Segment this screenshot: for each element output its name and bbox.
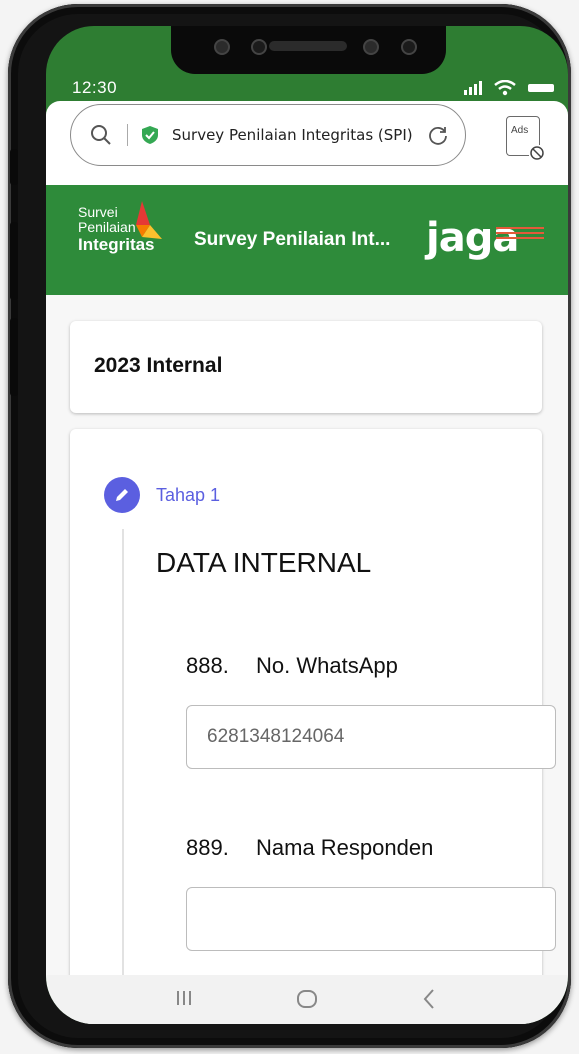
question-text: No. WhatsApp [256,653,398,678]
url-text[interactable]: Survey Penilaian Integritas (SPI) [172,126,413,144]
question-number: 889. [186,835,229,860]
ads-block-button[interactable]: Ads [506,116,545,161]
question-label: 889. Nama Responden [186,835,433,861]
app-header: Survei Penilaian Integritas Survey Penil… [46,185,568,295]
ads-block-icon [529,145,545,161]
back-icon[interactable] [422,988,436,1010]
signal-icon [464,81,482,95]
notch [171,26,446,74]
step-indicator [104,477,140,513]
browser-toolbar: Survey Penilaian Integritas (SPI) Ads [46,101,568,185]
section-title: DATA INTERNAL [156,547,372,578]
mute-button [10,149,18,185]
battery-icon [528,84,554,92]
sensor-2 [401,39,417,55]
stepper-line [122,529,124,1024]
shield-check-icon [142,126,158,144]
header-title: Survey Penilaian Int... [194,229,391,250]
question-label: 888. No. WhatsApp [186,653,398,679]
form-card: Tahap 1 DATA INTERNAL 888. No. WhatsApp 8… [70,429,556,1024]
recent-apps-icon[interactable] [174,989,194,1007]
pencil-icon [116,489,128,501]
earpiece-speaker [269,41,347,51]
reload-icon[interactable] [427,124,449,146]
survey-card: 2023 Internal [70,321,542,413]
status-time: 12:30 [72,78,118,97]
page-content: 2023 Internal Tahap 1 DATA INTERNAL 888.… [46,295,568,1024]
divider [127,124,128,146]
card-title: 2023 Internal [94,354,223,377]
front-camera-2 [363,39,379,55]
ads-label: Ads [511,125,529,136]
spi-logo-flame-icon [136,201,162,239]
volume-down-button [10,318,18,396]
whatsapp-field[interactable] [186,705,556,769]
question-text: Nama Responden [256,835,434,860]
sensor [251,39,267,55]
address-bar[interactable]: Survey Penilaian Integritas (SPI) [70,104,466,166]
phone-screen: 12:30 Survey Penilaian Integritas (SPI) … [46,26,568,1024]
step-label[interactable]: Tahap 1 [156,485,220,506]
spi-logo: Survei Penilaian Integritas [78,201,162,254]
respondent-name-field[interactable] [186,887,556,951]
home-icon[interactable] [296,989,318,1009]
question-number: 888. [186,653,229,678]
phone-frame: 12:30 Survey Penilaian Integritas (SPI) … [8,4,571,1048]
volume-up-button [10,222,18,300]
search-icon[interactable] [89,123,113,147]
status-bar: 12:30 [46,74,568,104]
jaga-logo-tagline [496,227,544,242]
front-camera [214,39,230,55]
wifi-icon [494,80,516,96]
system-nav-bar [46,975,568,1024]
